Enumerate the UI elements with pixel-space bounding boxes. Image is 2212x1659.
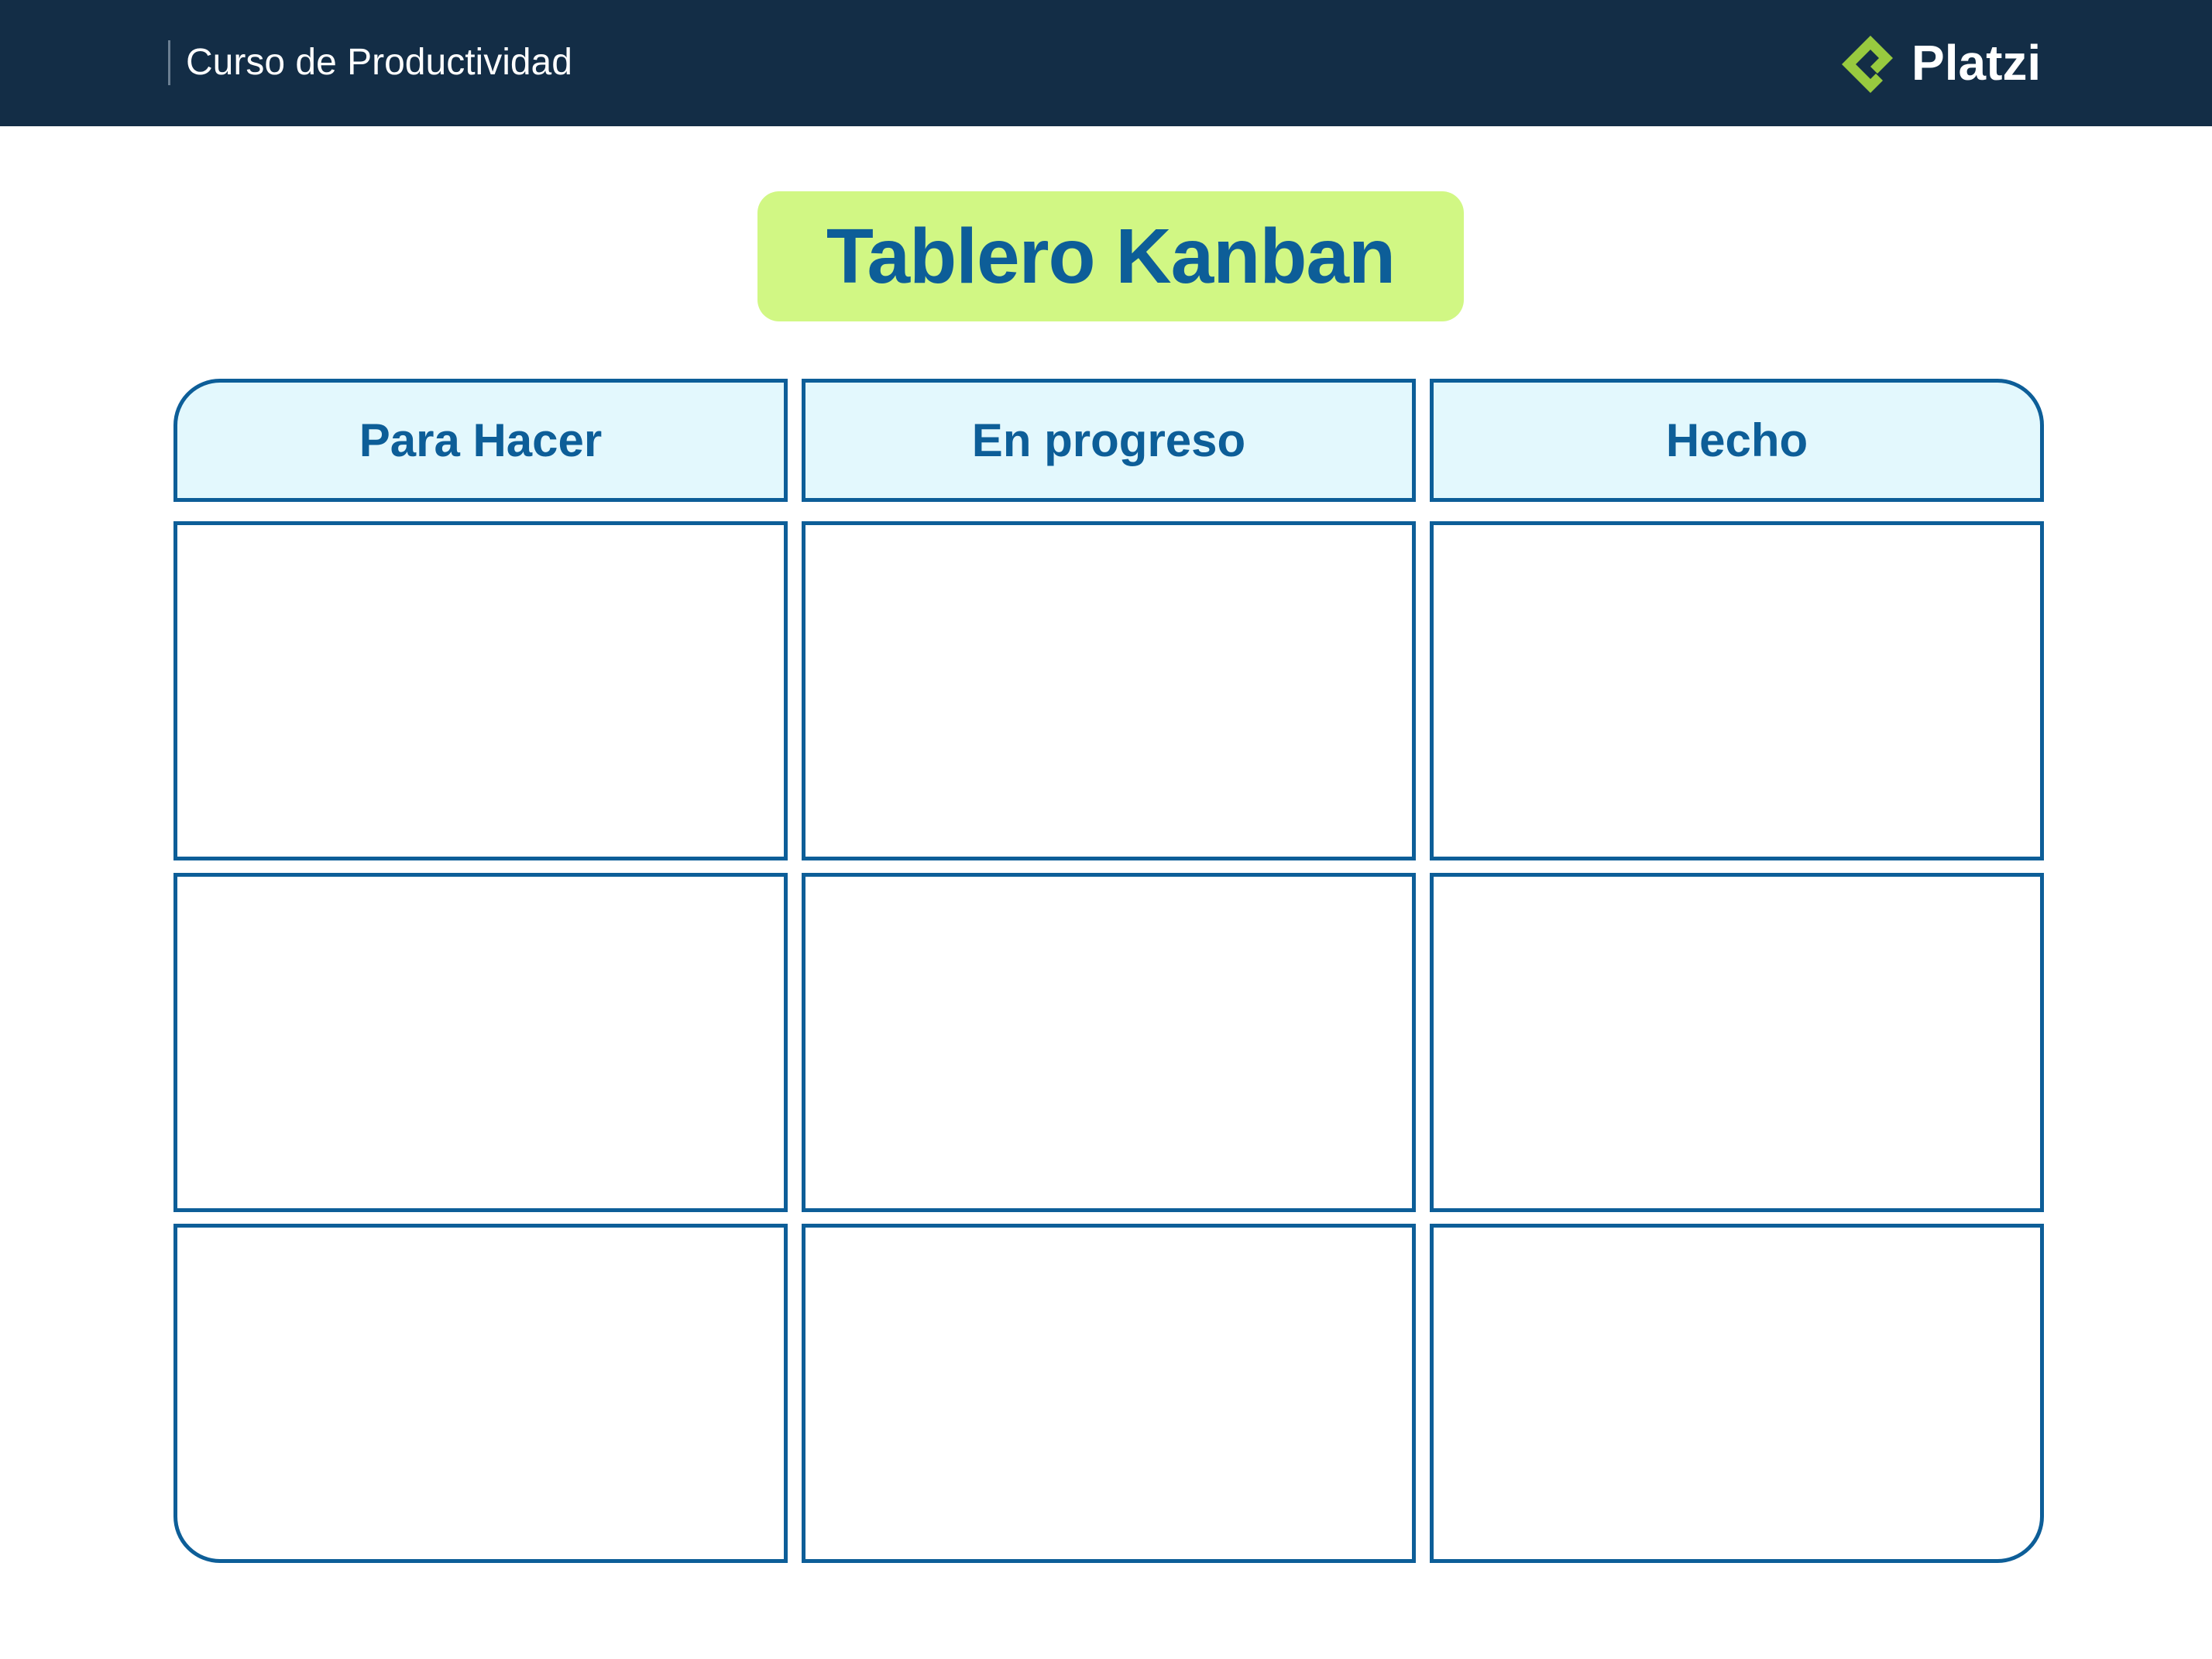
board-cell: [802, 521, 1416, 860]
board-title: Tablero Kanban: [826, 212, 1396, 300]
platzi-logo-icon: [1842, 36, 1893, 93]
divider: [168, 40, 170, 85]
column-header-para-hacer: Para Hacer: [173, 379, 788, 502]
column-header-label: Para Hacer: [359, 414, 603, 466]
platzi-logo: Platzi: [1837, 29, 2041, 96]
top-banner: Curso de Productividad Platzi: [0, 0, 2212, 126]
board-cell: [173, 521, 788, 860]
logo-text: Platzi: [1911, 35, 2042, 91]
column-header-label: En progreso: [971, 414, 1246, 466]
board-cell: [802, 1224, 1416, 1563]
title-badge: Tablero Kanban: [757, 191, 1464, 321]
board-cell: [173, 873, 788, 1212]
course-title: Curso de Productividad: [186, 42, 572, 83]
board-cell: [1430, 521, 2044, 860]
column-header-label: Hecho: [1665, 414, 1808, 466]
column-header-hecho: Hecho: [1430, 379, 2044, 502]
board-cell: [802, 873, 1416, 1212]
board-cell: [1430, 873, 2044, 1212]
column-header-en-progreso: En progreso: [802, 379, 1416, 502]
board-cell: [1430, 1224, 2044, 1563]
board-cell: [173, 1224, 788, 1563]
